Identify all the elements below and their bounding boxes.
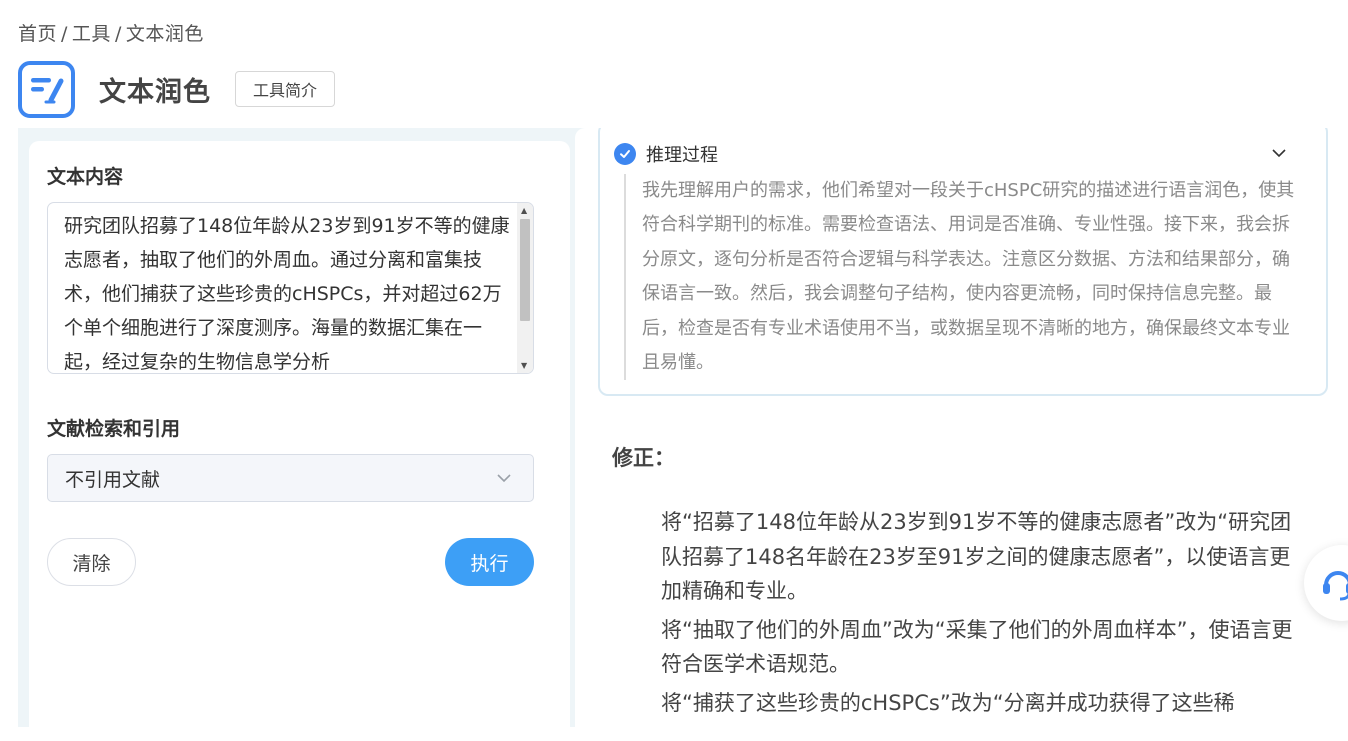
page-header: 文本润色 工具简介	[18, 60, 336, 118]
citation-select[interactable]: 不引用文献	[47, 454, 534, 502]
list-item: 将“捕获了这些珍贵的cHSPCs”改为“分离并成功获得了这些稀	[661, 690, 1235, 715]
tool-intro-button[interactable]: 工具简介	[235, 71, 336, 107]
breadcrumb-home[interactable]: 首页	[18, 23, 57, 45]
text-content-input[interactable]: 研究团队招募了148位年龄从23岁到91岁不等的健康志愿者，抽取了他们的外周血。…	[47, 202, 534, 374]
breadcrumb-current: 文本润色	[125, 23, 204, 45]
breadcrumb: 首页 / 工具 / 文本润色	[18, 19, 204, 46]
scroll-down-icon[interactable]: ▼	[521, 361, 527, 370]
check-circle-icon	[614, 143, 636, 165]
scroll-up-icon[interactable]: ▲	[521, 206, 527, 215]
breadcrumb-separator: /	[114, 23, 122, 45]
textarea-scrollbar[interactable]: ▲ ▼	[517, 203, 533, 373]
text-content-value: 研究团队招募了148位年龄从23岁到91岁不等的健康志愿者，抽取了他们的外周血。…	[64, 215, 510, 373]
content-label: 文本内容	[47, 166, 124, 188]
breadcrumb-tools[interactable]: 工具	[72, 23, 111, 45]
page-title: 文本润色	[99, 76, 211, 108]
fix-title: 修正：	[612, 446, 675, 470]
chevron-down-icon[interactable]	[1270, 144, 1288, 166]
chevron-down-icon	[495, 469, 513, 492]
reasoning-header[interactable]: 推理过程	[614, 141, 718, 167]
input-panel: 文本内容 研究团队招募了148位年龄从23岁到91岁不等的健康志愿者，抽取了他们…	[29, 141, 570, 741]
output-panel: 推理过程 我先理解用户的需求，他们希望对一段关于cHSPC研究的描述进行语言润色…	[575, 128, 1348, 727]
reasoning-title: 推理过程	[646, 145, 718, 166]
citation-label: 文献检索和引用	[47, 418, 181, 440]
clear-button[interactable]: 清除	[47, 538, 136, 586]
list-item: 将“招募了148位年龄从23岁到91岁不等的健康志愿者”改为“研究团队招募了14…	[661, 510, 1292, 603]
reasoning-text: 我先理解用户的需求，他们希望对一段关于cHSPC研究的描述进行语言润色，使其符合…	[624, 174, 1304, 380]
fix-list: 将“招募了148位年龄从23岁到91岁不等的健康志愿者”改为“研究团队招募了14…	[661, 505, 1311, 724]
citation-selected-value: 不引用文献	[65, 468, 161, 491]
scroll-thumb[interactable]	[520, 219, 530, 321]
reasoning-card: 推理过程 我先理解用户的需求，他们希望对一段关于cHSPC研究的描述进行语言润色…	[598, 128, 1328, 396]
run-button[interactable]: 执行	[445, 538, 534, 586]
list-item: 将“抽取了他们的外周血”改为“采集了他们的外周血样本”，使语言更符合医学术语规范…	[661, 617, 1293, 677]
breadcrumb-separator: /	[61, 23, 68, 45]
edit-text-icon	[18, 60, 75, 118]
